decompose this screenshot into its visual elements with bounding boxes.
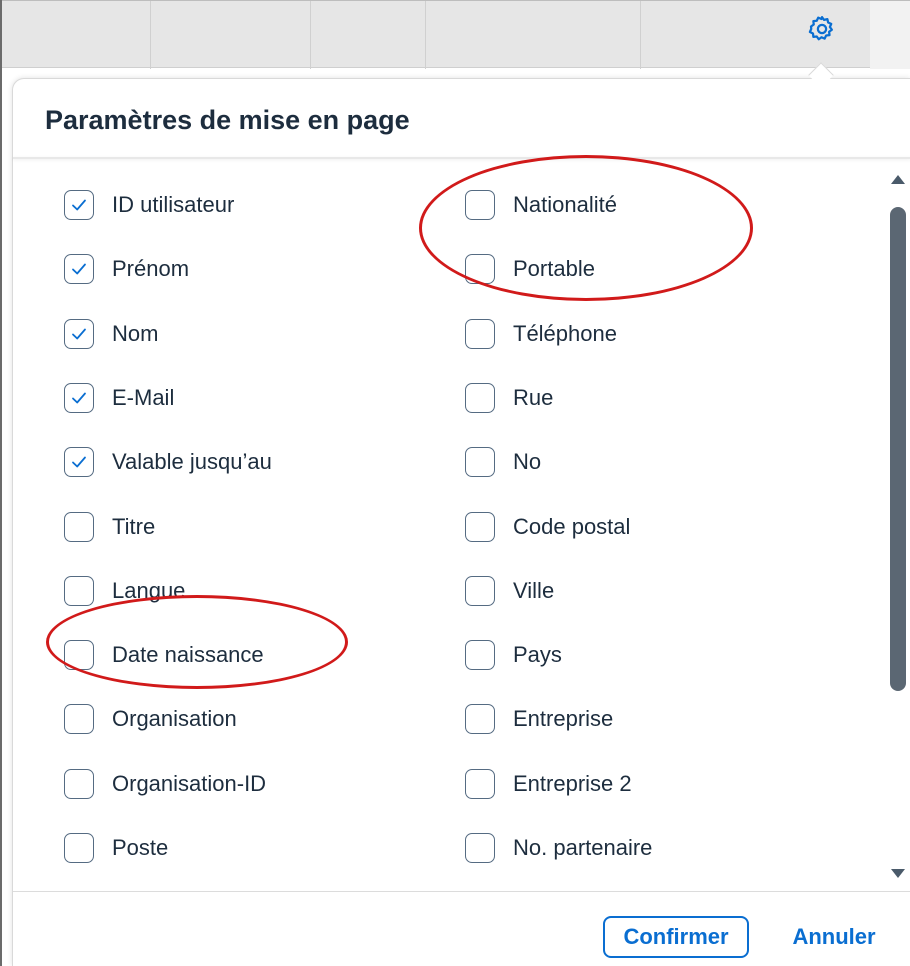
toolbar-right-strip	[870, 1, 910, 69]
checkbox[interactable]	[465, 318, 495, 349]
scroll-down-arrow[interactable]	[891, 869, 905, 878]
field-option-label: No	[513, 449, 542, 475]
checkbox[interactable]	[64, 833, 94, 863]
footer-divider	[13, 891, 910, 892]
field-option-label: Prénom	[112, 256, 190, 282]
field-option[interactable]: Nationalité	[465, 185, 617, 225]
field-option-label: Valable jusqu’au	[112, 449, 272, 475]
field-option[interactable]: Date naissance	[64, 635, 264, 675]
checkbox[interactable]	[465, 704, 495, 735]
scroll-up-arrow[interactable]	[891, 175, 905, 184]
column-divider	[150, 1, 151, 69]
checkbox-checked[interactable]	[64, 382, 94, 413]
checkmark-icon	[72, 199, 86, 211]
field-option[interactable]: Nom	[64, 314, 158, 354]
checkbox[interactable]	[465, 575, 495, 606]
checkbox[interactable]	[465, 640, 495, 671]
checkbox[interactable]	[465, 382, 495, 413]
checkbox[interactable]	[64, 768, 94, 799]
scrollbar-thumb[interactable]	[890, 207, 906, 691]
field-option-label: ID utilisateur	[112, 192, 235, 217]
confirm-button[interactable]: Confirmer	[603, 916, 749, 958]
column-divider	[640, 1, 641, 69]
field-option[interactable]: ID utilisateur	[64, 185, 234, 225]
field-option-label: Titre	[112, 513, 156, 539]
column-divider	[310, 1, 311, 69]
header-divider	[13, 157, 910, 159]
checkbox[interactable]	[465, 254, 495, 285]
field-option-label: Téléphone	[513, 320, 617, 346]
checkbox-checked[interactable]	[64, 190, 94, 220]
checkbox-checked[interactable]	[64, 318, 94, 349]
field-option-label: Langue	[112, 577, 186, 603]
column-divider	[425, 1, 426, 69]
field-option[interactable]: Valable jusqu’au	[64, 442, 272, 482]
checkbox[interactable]	[64, 511, 94, 542]
layout-settings-popover: Paramètres de mise en page ID utilisateu…	[12, 78, 910, 966]
checkmark-icon	[72, 456, 86, 468]
field-option-label: Entreprise	[513, 706, 614, 732]
field-option[interactable]: Téléphone	[465, 314, 617, 354]
field-option-label: Poste	[112, 835, 169, 860]
field-option-label: Portable	[513, 256, 595, 282]
field-option-label: Pays	[513, 642, 562, 668]
field-option[interactable]: Organisation	[64, 699, 237, 739]
field-option[interactable]: Rue	[465, 378, 553, 418]
field-option[interactable]: Ville	[465, 571, 554, 611]
field-option-label: Organisation	[112, 706, 237, 732]
checkbox[interactable]	[465, 511, 495, 542]
checkbox[interactable]	[64, 575, 94, 606]
field-option[interactable]: Titre	[64, 507, 155, 547]
checkbox-checked[interactable]	[64, 447, 94, 478]
dialog-title: Paramètres de mise en page	[45, 105, 410, 135]
checkmark-icon	[72, 392, 86, 404]
field-option[interactable]: Poste	[64, 828, 168, 868]
cancel-button[interactable]: Annuler	[769, 916, 899, 958]
checkbox[interactable]	[465, 190, 495, 220]
field-option-label: Date naissance	[112, 642, 264, 668]
field-option[interactable]: Portable	[465, 249, 595, 289]
checkbox[interactable]	[465, 447, 495, 478]
field-option[interactable]: No	[465, 442, 541, 482]
field-option-label: Entreprise 2	[513, 770, 632, 796]
field-option[interactable]: Langue	[64, 571, 185, 611]
field-option[interactable]: Pays	[465, 635, 562, 675]
field-option-label: No. partenaire	[513, 835, 653, 860]
field-option-label: Nationalité	[513, 192, 617, 217]
field-option-label: Rue	[513, 384, 554, 410]
checkbox-checked[interactable]	[64, 254, 94, 285]
checkbox[interactable]	[465, 833, 495, 863]
field-option[interactable]: No. partenaire	[465, 828, 652, 868]
field-option-label: Ville	[513, 577, 555, 603]
field-option[interactable]: Organisation-ID	[64, 764, 266, 804]
window-left-border	[0, 0, 2, 966]
field-option[interactable]: Entreprise	[465, 699, 613, 739]
checkbox[interactable]	[64, 640, 94, 671]
field-option-label: E-Mail	[112, 384, 175, 410]
background-toolbar	[0, 0, 910, 69]
field-option[interactable]: Code postal	[465, 507, 630, 547]
field-option-label: Organisation-ID	[112, 770, 267, 796]
field-option[interactable]: E-Mail	[64, 378, 174, 418]
checkbox[interactable]	[465, 768, 495, 799]
field-option-label: Nom	[112, 320, 159, 346]
field-option[interactable]: Prénom	[64, 249, 189, 289]
gear-icon	[807, 14, 837, 49]
field-option[interactable]: Entreprise 2	[465, 764, 632, 804]
checkmark-icon	[72, 328, 86, 339]
checkbox[interactable]	[64, 704, 94, 735]
checkmark-icon	[72, 263, 86, 275]
layout-settings-button[interactable]	[805, 14, 839, 48]
field-option-label: Code postal	[513, 513, 631, 539]
